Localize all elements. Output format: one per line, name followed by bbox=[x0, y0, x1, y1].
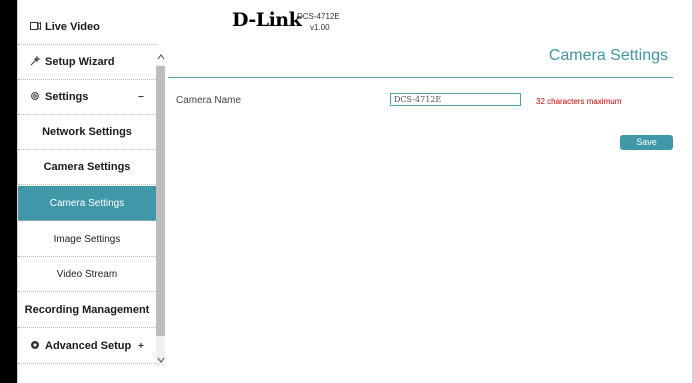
brand-logo: D-Link bbox=[232, 9, 302, 31]
camera-name-input[interactable]: DCS-4712E bbox=[390, 93, 521, 106]
sidebar-item-settings[interactable]: Settings − bbox=[18, 80, 156, 115]
video-icon bbox=[28, 21, 42, 33]
sidebar-item-camera-settings[interactable]: Camera Settings bbox=[18, 150, 156, 185]
sidebar-item-label: Setup Wizard bbox=[45, 56, 115, 68]
sidebar-item-label: Settings bbox=[45, 91, 89, 103]
sidebar-item-advanced-setup[interactable]: Advanced Setup + bbox=[18, 329, 156, 364]
sidebar-item-setup-wizard[interactable]: Setup Wizard bbox=[18, 45, 156, 80]
sidebar-subitem-camera-settings[interactable]: Camera Settings bbox=[18, 186, 156, 221]
sidebar-scrollbar[interactable] bbox=[156, 46, 165, 371]
wand-icon bbox=[28, 54, 42, 69]
title-divider bbox=[168, 77, 673, 78]
page-title: Camera Settings bbox=[548, 47, 668, 64]
gear-icon bbox=[28, 91, 42, 104]
advanced-gear-icon bbox=[28, 340, 42, 353]
max-length-hint: 32 characters maximum bbox=[536, 97, 622, 106]
scroll-thumb[interactable] bbox=[156, 66, 165, 336]
expand-icon[interactable]: + bbox=[138, 341, 152, 352]
firmware-version: v1.00 bbox=[310, 23, 330, 32]
collapse-icon[interactable]: − bbox=[138, 92, 152, 103]
model-name: DCS-4712E bbox=[297, 12, 340, 21]
scroll-down-icon[interactable] bbox=[156, 355, 165, 365]
sidebar-item-network-settings[interactable]: Network Settings bbox=[18, 115, 156, 150]
sidebar-item-live-video[interactable]: Live Video bbox=[18, 10, 156, 45]
save-button[interactable]: Save bbox=[620, 135, 673, 150]
sidebar: Live Video Setup Wizard Settings − Netwo… bbox=[18, 0, 156, 383]
sidebar-item-recording-management[interactable]: Recording Management bbox=[18, 293, 156, 328]
sidebar-item-label: Live Video bbox=[45, 21, 100, 33]
camera-name-label: Camera Name bbox=[176, 95, 242, 106]
sidebar-subitem-video-stream[interactable]: Video Stream bbox=[18, 257, 156, 292]
scroll-up-icon[interactable] bbox=[156, 52, 165, 62]
left-edge bbox=[0, 0, 17, 383]
sidebar-subitem-image-settings[interactable]: Image Settings bbox=[18, 222, 156, 257]
sidebar-item-label: Advanced Setup bbox=[45, 340, 132, 352]
